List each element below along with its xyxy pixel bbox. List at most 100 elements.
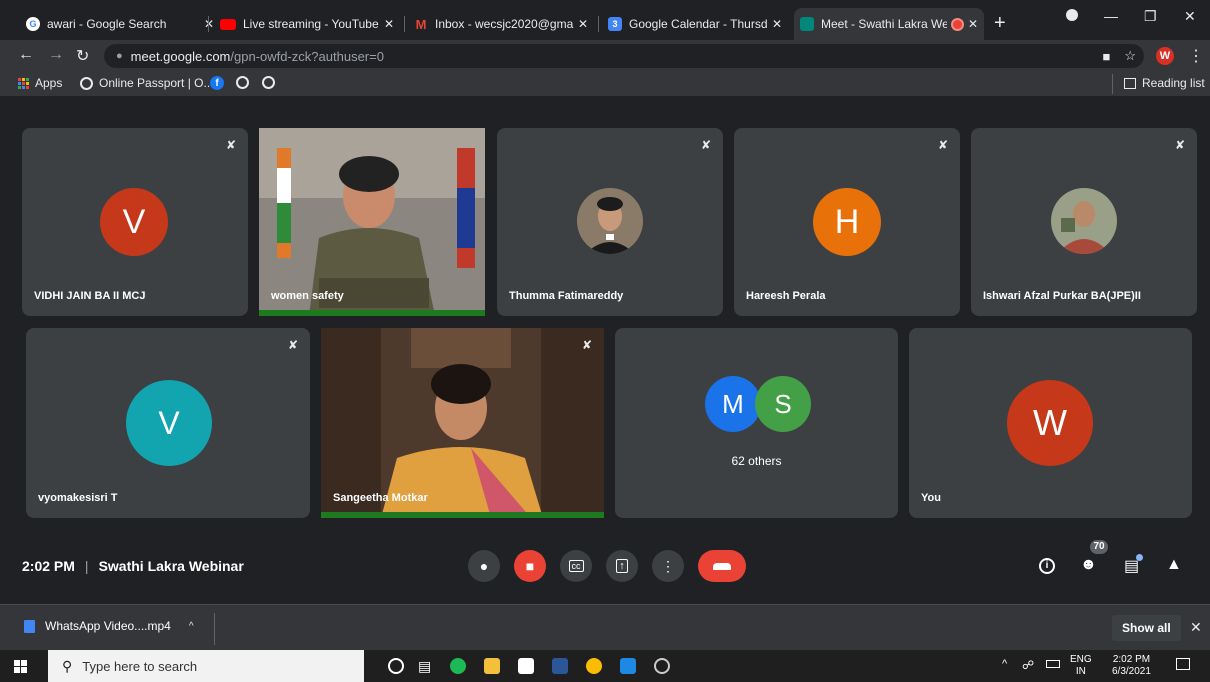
close-tab-icon[interactable]: ✕ — [384, 17, 394, 31]
others-tile[interactable]: M S 62 others — [615, 328, 898, 518]
participant-tile[interactable]: ✘ H Hareesh Perala — [734, 128, 960, 316]
self-avatar: W — [1007, 380, 1093, 466]
bookmark-apps[interactable]: Apps — [18, 76, 62, 90]
cortana-icon[interactable] — [388, 658, 404, 674]
participant-tile[interactable]: ✘ Ishwari Afzal Purkar BA(JPE)II — [971, 128, 1197, 316]
close-downloads-icon[interactable]: ✕ — [1190, 619, 1202, 636]
url-host: meet.google.com — [130, 48, 231, 64]
network-icon[interactable]: ☍ — [1022, 658, 1034, 672]
bookmark-divider — [1112, 74, 1113, 94]
bookmark-globe[interactable] — [236, 76, 249, 89]
participant-name: You — [921, 492, 941, 504]
system-clock[interactable]: 2:02 PM 6/3/2021 — [1112, 654, 1151, 678]
meeting-title: Swathi Lakra Webinar — [98, 558, 244, 574]
battery-icon[interactable] — [1046, 660, 1060, 668]
language-code: ENG — [1070, 654, 1092, 665]
reading-list-icon — [1124, 77, 1136, 89]
windows-start-icon[interactable] — [14, 660, 27, 673]
word-icon[interactable] — [552, 658, 568, 674]
activities-button[interactable]: ▲ — [1166, 556, 1182, 574]
tab-youtube-studio[interactable]: Live streaming - YouTube Stu ✕ — [214, 8, 400, 40]
browser-menu-icon[interactable]: ⋮ — [1188, 46, 1204, 66]
participants-button[interactable]: 70 ☻ — [1080, 540, 1108, 574]
bookmark-globe[interactable] — [262, 76, 275, 89]
address-bar[interactable]: ● meet.google.com /gpn-owfd-zck?authuser… — [104, 44, 1144, 68]
close-window-icon[interactable]: ✕ — [1184, 8, 1196, 25]
tab-google-search[interactable]: G awari - Google Search ✕ — [20, 8, 220, 40]
file-explorer-icon[interactable] — [484, 658, 500, 674]
self-tile[interactable]: W You — [909, 328, 1192, 518]
present-button[interactable]: ↑ — [606, 550, 638, 582]
meeting-info-icon[interactable]: i — [1039, 558, 1055, 574]
participant-video-tile[interactable]: ✘ Sangeetha Motkar — [321, 328, 604, 518]
microphone-button[interactable]: ● — [468, 550, 500, 582]
profile-avatar[interactable]: W — [1156, 47, 1174, 65]
participant-tile[interactable]: ✘ V VIDHI JAIN BA II MCJ — [22, 128, 248, 316]
new-tab-button[interactable]: + — [994, 12, 1006, 35]
chat-button[interactable]: ▤ — [1124, 554, 1144, 576]
youtube-icon — [220, 18, 236, 30]
participant-video-tile[interactable]: women safety — [259, 128, 485, 316]
camera-in-use-icon[interactable]: ■ — [1102, 49, 1110, 64]
tab-title: Google Calendar - Thursday, — [629, 17, 768, 31]
language-indicator[interactable]: ENG IN — [1070, 654, 1092, 678]
active-speaker-bar — [321, 512, 604, 518]
bookmark-star-icon[interactable]: ☆ — [1124, 48, 1136, 64]
browser-toolbar: ← → ↻ ● meet.google.com /gpn-owfd-zck?au… — [0, 40, 1210, 72]
minimize-icon[interactable]: — — [1104, 8, 1118, 24]
close-tab-icon[interactable]: ✕ — [578, 17, 588, 31]
tab-search-icon[interactable] — [1066, 8, 1078, 24]
participant-name: Thumma Fatimareddy — [509, 290, 624, 302]
bookmark-online-passport[interactable]: Online Passport | O... — [80, 76, 214, 90]
taskbar-search-box[interactable]: ⚲ Type here to search — [48, 650, 364, 682]
chrome-icon[interactable] — [586, 658, 602, 674]
clock-time: 2:02 PM — [1112, 654, 1151, 665]
show-all-button[interactable]: Show all — [1112, 615, 1181, 641]
tab-google-meet[interactable]: Meet - Swathi Lakra Web ✕ — [794, 8, 984, 40]
chevron-up-icon[interactable]: ^ — [189, 621, 194, 632]
camera-toggle-button[interactable]: ■ — [514, 550, 546, 582]
participant-name: Hareesh Perala — [746, 290, 826, 302]
participant-photo-avatar — [1051, 188, 1117, 254]
participant-avatar: V — [100, 188, 168, 256]
microphone-icon: ● — [479, 558, 489, 574]
back-icon[interactable]: ← — [18, 46, 34, 64]
video-feed-women-safety — [259, 128, 485, 316]
spotify-icon[interactable] — [450, 658, 466, 674]
more-options-button[interactable]: ⋮ — [652, 550, 684, 582]
muted-mic-icon: ✘ — [1174, 138, 1185, 152]
present-screen-icon: ↑ — [616, 559, 628, 573]
participant-name: Sangeetha Motkar — [333, 492, 428, 504]
close-tab-icon[interactable]: ✕ — [772, 17, 782, 31]
participant-tile[interactable]: ✘ V vyomakesisri T — [26, 328, 310, 518]
participant-tile[interactable]: ✘ Thumma Fatimareddy — [497, 128, 723, 316]
reload-icon[interactable]: ↻ — [76, 46, 89, 66]
tab-title: Live streaming - YouTube Stu — [243, 17, 380, 31]
download-item[interactable]: WhatsApp Video....mp4 ^ — [24, 619, 194, 633]
participant-name: VIDHI JAIN BA II MCJ — [34, 290, 146, 302]
participant-name: vyomakesisri T — [38, 492, 118, 504]
notifications-icon[interactable] — [1176, 658, 1190, 670]
forward-icon[interactable]: → — [48, 46, 64, 64]
tab-title: Meet - Swathi Lakra Web — [821, 17, 947, 31]
task-view-icon[interactable]: ▤ — [418, 658, 431, 675]
microsoft-store-icon[interactable] — [518, 658, 534, 674]
app-icon[interactable] — [654, 658, 670, 674]
photos-icon[interactable] — [620, 658, 636, 674]
calendar-icon: 3 — [608, 17, 622, 31]
tab-google-calendar[interactable]: 3 Google Calendar - Thursday, ✕ — [602, 8, 788, 40]
muted-mic-icon: ✘ — [937, 138, 948, 152]
captions-button[interactable]: cc — [560, 550, 592, 582]
participants-count-badge: 70 — [1090, 540, 1108, 554]
bookmark-label: Online Passport | O... — [99, 76, 214, 90]
reading-list-button[interactable]: Reading list — [1124, 76, 1205, 90]
bookmark-facebook[interactable]: f — [210, 76, 224, 90]
leave-call-button[interactable] — [698, 550, 746, 582]
chevron-up-icon[interactable]: ^ — [1002, 658, 1007, 670]
participant-photo-avatar — [577, 188, 643, 254]
close-tab-icon[interactable]: ✕ — [968, 17, 978, 31]
restore-icon[interactable]: ❐ — [1144, 8, 1157, 25]
windows-taskbar: ⚲ Type here to search ▤ ^ ☍ ENG IN 2:02 … — [0, 650, 1210, 682]
active-speaker-bar — [259, 310, 485, 316]
tab-gmail[interactable]: M Inbox - wecsjc2020@gmail.co ✕ — [408, 8, 594, 40]
